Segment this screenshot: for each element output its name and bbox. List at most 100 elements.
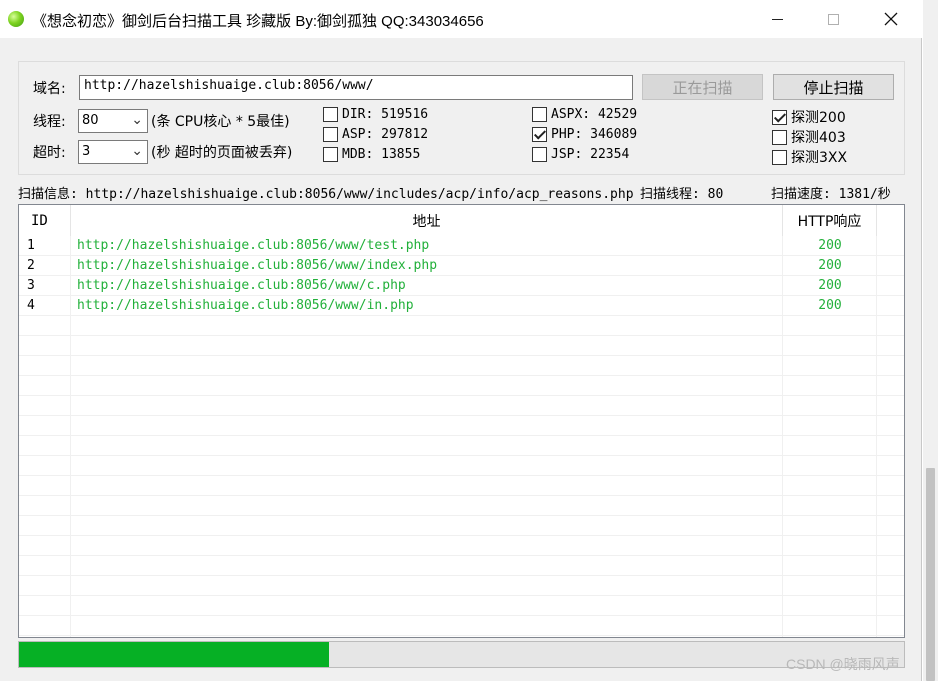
table-row [19,496,904,516]
timeout-value: 3 [82,144,91,159]
checkbox-label: JSP: 22354 [551,147,630,162]
column-header-filler [877,205,904,236]
table-row [19,316,904,336]
column-header-url[interactable]: 地址 [71,205,783,236]
domain-input[interactable]: http://hazelshishuaige.club:8056/www/ [79,75,633,100]
cell-url[interactable]: http://hazelshishuaige.club:8056/www/c.p… [77,278,406,293]
checkbox-php[interactable]: PHP: 346089 [532,127,637,142]
table-row [19,576,904,596]
table-row [19,376,904,396]
threads-hint: (条 CPU核心 * 5最佳) [151,114,290,130]
timeout-label: 超时: [33,145,66,161]
table-row [19,456,904,476]
checkbox-label: 探测200 [791,110,846,126]
cell-url[interactable]: http://hazelshishuaige.club:8056/www/tes… [77,238,429,253]
checkbox-probe-3xx[interactable]: 探测3XX [772,147,847,167]
cell-id: 3 [27,278,35,293]
app-logo-icon [8,11,24,27]
threads-label: 线程: [33,114,66,130]
table-row [19,416,904,436]
threads-select[interactable]: 80 ⌄ [78,109,148,133]
cell-id: 4 [27,298,35,313]
checkbox-box [532,127,547,142]
progress-fill [19,642,329,667]
maximize-icon [827,13,839,25]
cell-http-code: 200 [818,258,842,273]
checkbox-label: MDB: 13855 [342,147,421,162]
stop-scan-button[interactable]: 停止扫描 [773,74,894,100]
table-row[interactable]: 1 http://hazelshishuaige.club:8056/www/te… [19,236,904,256]
close-button[interactable] [868,0,914,38]
watermark-text: CSDN @晓雨风声 [786,656,900,672]
scan-info-text: 扫描信息: http://hazelshishuaige.club:8056/w… [18,187,634,202]
domain-label: 域名: [33,81,66,97]
threads-value: 80 [82,113,99,128]
scanning-button[interactable]: 正在扫描 [642,74,763,100]
table-row [19,536,904,556]
maximize-button[interactable] [810,0,856,38]
window-title: 《想念初恋》御剑后台扫描工具 珍藏版 By:御剑孤独 QQ:343034656 [32,13,484,30]
checkbox-label: ASP: 297812 [342,127,429,142]
checkbox-box [772,149,787,165]
table-header: ID 地址 HTTP响应 [19,205,904,236]
checkbox-asp[interactable]: ASP: 297812 [323,127,428,142]
checkbox-box [772,109,787,125]
table-row [19,396,904,416]
checkbox-label: ASPX: 42529 [551,107,638,122]
page-scrollbar[interactable] [923,0,938,681]
title-bar[interactable]: 《想念初恋》御剑后台扫描工具 珍藏版 By:御剑孤独 QQ:343034656 [0,0,922,38]
column-header-http[interactable]: HTTP响应 [783,205,877,236]
table-row [19,336,904,356]
checkbox-label: DIR: 519516 [342,107,429,122]
checkbox-box [532,107,547,122]
cell-http-code: 200 [818,298,842,313]
table-body: 1 http://hazelshishuaige.club:8056/www/te… [19,236,904,636]
checkbox-jsp[interactable]: JSP: 22354 [532,147,629,162]
scan-progress-bar [18,641,905,668]
table-row[interactable]: 3 http://hazelshishuaige.club:8056/www/c.… [19,276,904,296]
checkbox-box [532,147,547,162]
table-row [19,356,904,376]
checkbox-box [323,127,338,142]
status-bar: 扫描信息: http://hazelshishuaige.club:8056/w… [18,183,908,202]
checkbox-box [323,147,338,162]
checkbox-aspx[interactable]: ASPX: 42529 [532,107,637,122]
timeout-select[interactable]: 3 ⌄ [78,140,148,164]
table-row [19,516,904,536]
chevron-down-icon: ⌄ [131,143,143,159]
cell-id: 2 [27,258,35,273]
checkbox-probe-403[interactable]: 探测403 [772,127,846,147]
checkbox-probe-200[interactable]: 探测200 [772,107,846,127]
close-icon [884,12,898,26]
checkbox-box [772,129,787,145]
checkbox-label: PHP: 346089 [551,127,638,142]
checkbox-mdb[interactable]: MDB: 13855 [323,147,420,162]
checkbox-label: 探测403 [791,130,846,146]
chevron-down-icon: ⌄ [131,112,143,128]
scan-speed-text: 扫描速度: 1381/秒 [771,187,891,202]
scan-threads-text: 扫描线程: 80 [640,187,724,202]
cell-id: 1 [27,238,35,253]
checkbox-dir[interactable]: DIR: 519516 [323,107,428,122]
table-row [19,596,904,616]
table-row [19,436,904,456]
checkbox-label: 探测3XX [791,150,848,166]
minimize-button[interactable] [754,0,800,38]
table-row[interactable]: 2 http://hazelshishuaige.club:8056/www/in… [19,256,904,276]
app-window: 《想念初恋》御剑后台扫描工具 珍藏版 By:御剑孤独 QQ:343034656 … [0,0,922,681]
checkbox-box [323,107,338,122]
table-row [19,556,904,576]
table-row[interactable]: 4 http://hazelshishuaige.club:8056/www/in… [19,296,904,316]
column-header-id[interactable]: ID [19,205,71,236]
cell-url[interactable]: http://hazelshishuaige.club:8056/www/in.… [77,298,414,313]
scan-settings-group: 域名: http://hazelshishuaige.club:8056/www… [18,61,905,175]
cell-http-code: 200 [818,278,842,293]
scrollbar-thumb[interactable] [926,468,935,681]
minimize-icon [771,18,783,20]
timeout-hint: (秒 超时的页面被丢弃) [151,145,293,161]
table-row [19,616,904,636]
cell-http-code: 200 [818,238,842,253]
table-row [19,476,904,496]
cell-url[interactable]: http://hazelshishuaige.club:8056/www/ind… [77,258,437,273]
results-table[interactable]: ID 地址 HTTP响应 1 http://hazelshishuaige.clu… [18,204,905,638]
